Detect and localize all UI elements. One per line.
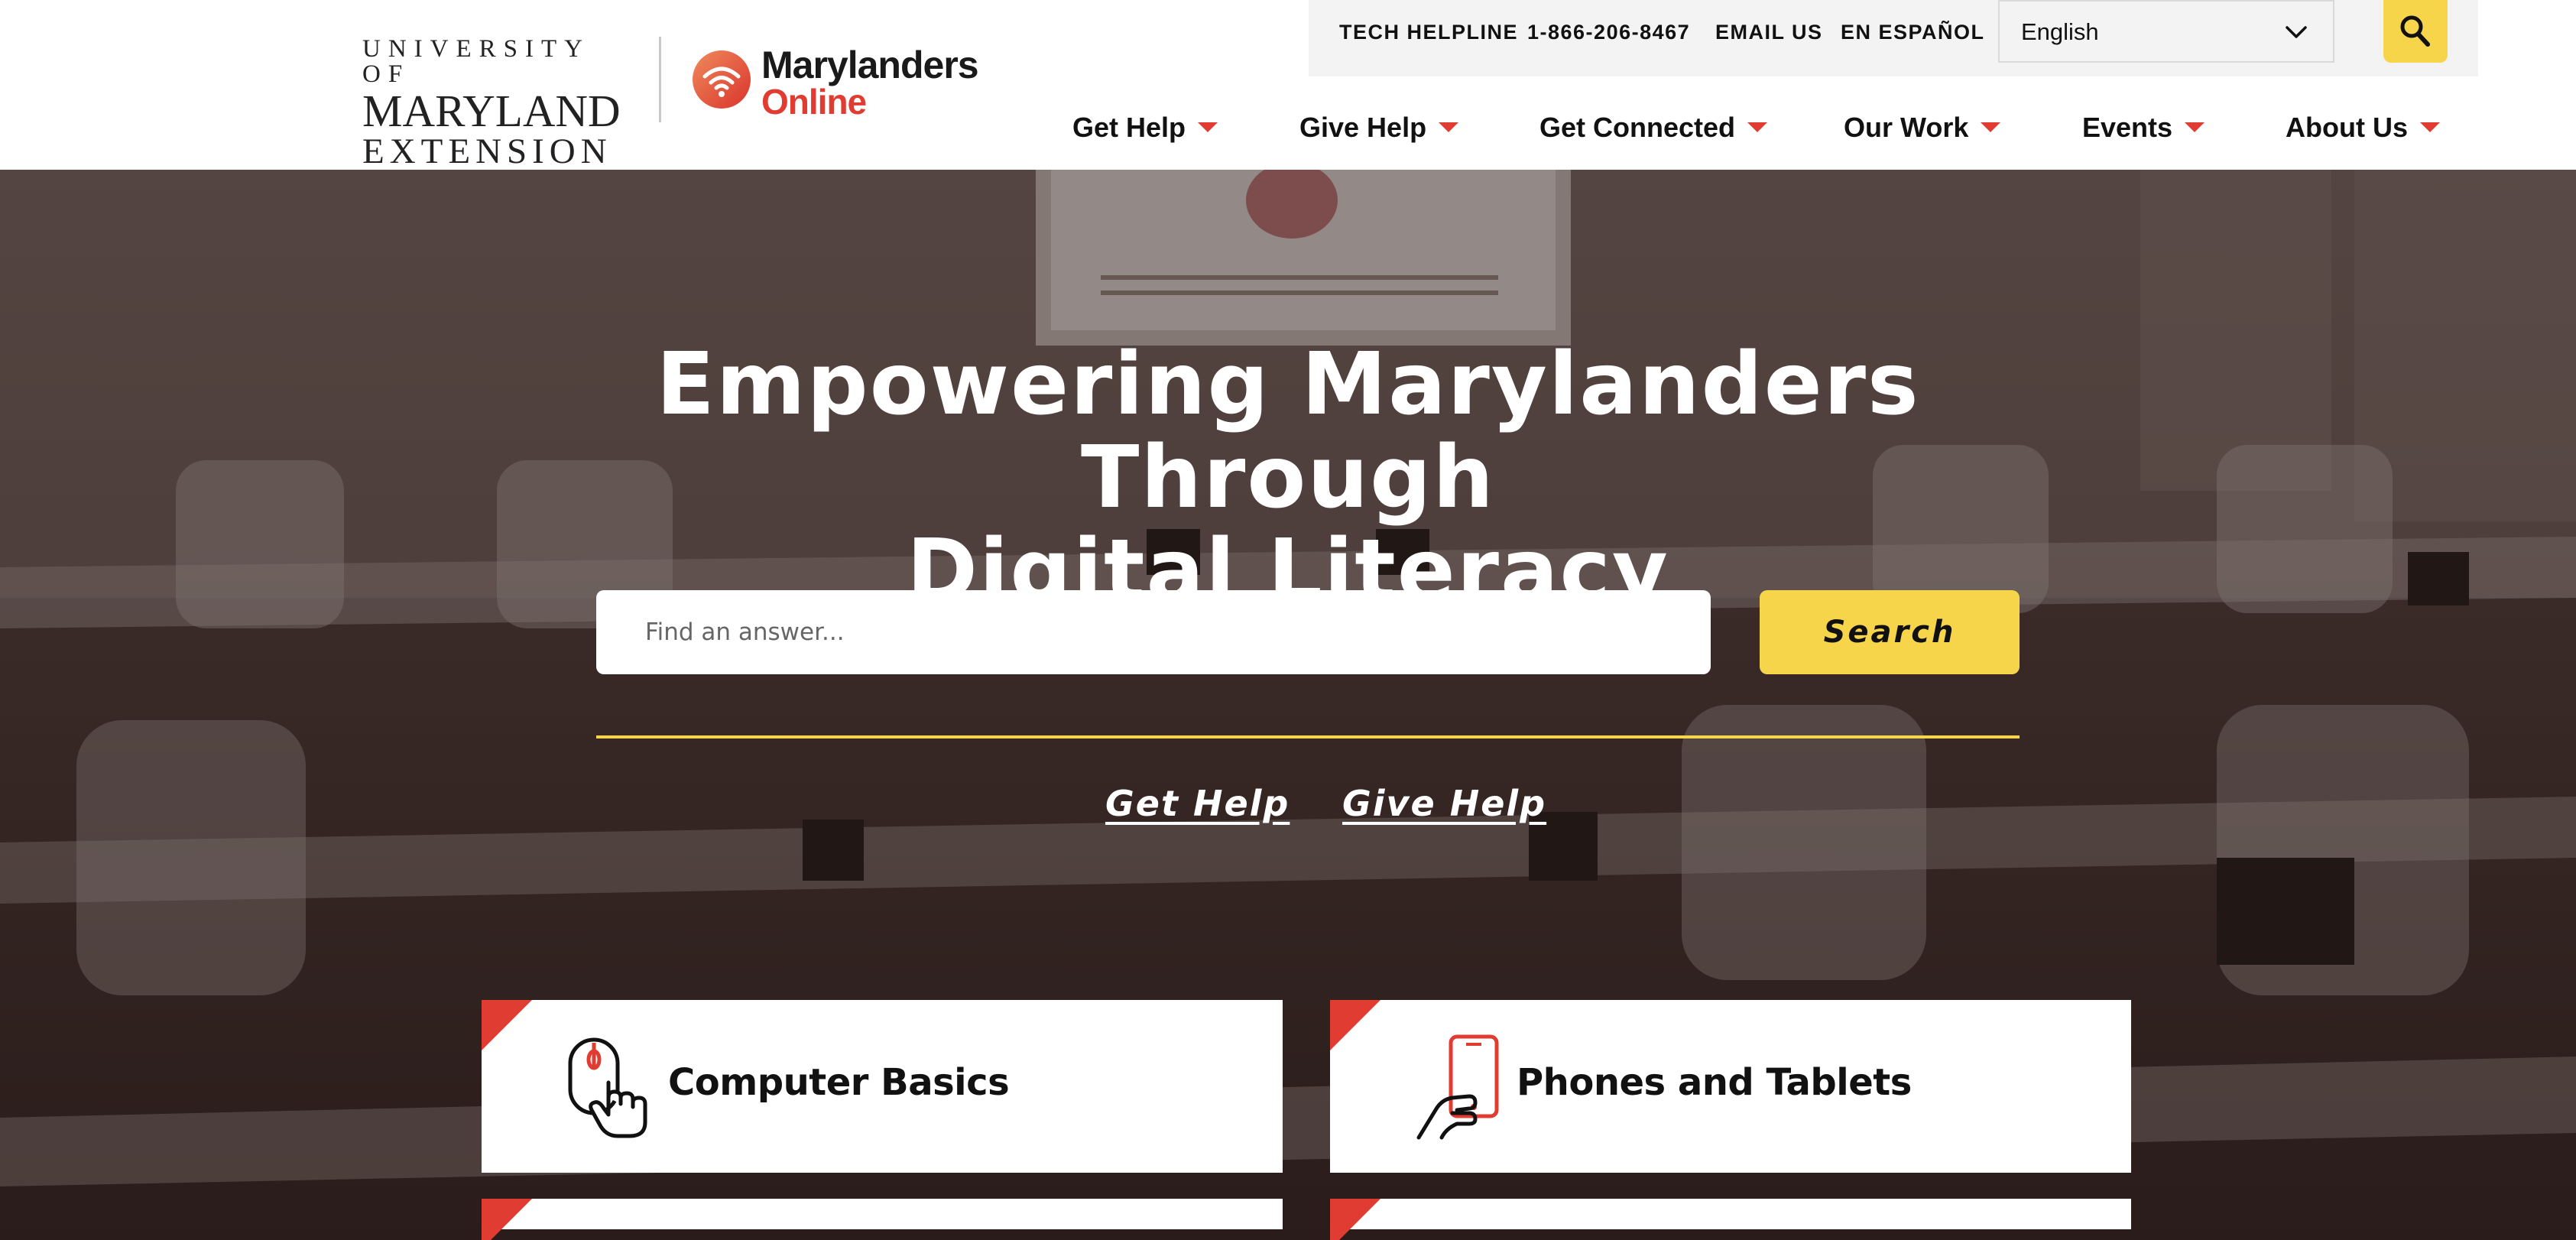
category-card-partial[interactable] <box>1330 1199 2131 1240</box>
card-corner-accent <box>1330 1199 1380 1240</box>
chevron-down-icon <box>2286 26 2307 38</box>
en-espanol-link[interactable]: EN ESPAÑOL <box>1841 21 1985 44</box>
logo-line-extension: EXTENSION <box>362 131 612 171</box>
logo-line-university-of: UNIVERSITY OF <box>362 35 589 88</box>
caret-down-icon <box>1198 122 1218 132</box>
hero-divider <box>596 735 2020 738</box>
search-icon <box>2400 15 2430 47</box>
card-corner-accent <box>1330 1000 1380 1050</box>
tech-helpline-link[interactable]: TECH HELPLINE <box>1339 21 1518 44</box>
card-corner-accent <box>482 1199 532 1240</box>
nav-label: Events <box>2082 112 2173 143</box>
language-select[interactable]: English <box>1998 0 2334 63</box>
nav-events[interactable]: Events <box>2082 112 2205 144</box>
nav-label: Give Help <box>1299 112 1427 143</box>
hero-dark-overlay <box>0 170 2576 1240</box>
nav-our-work[interactable]: Our Work <box>1844 112 2001 144</box>
card-title: Phones and Tablets <box>1517 1061 1912 1104</box>
email-us-link[interactable]: EMAIL US <box>1715 21 1823 44</box>
card-title: Computer Basics <box>668 1061 1010 1104</box>
nav-give-help[interactable]: Give Help <box>1299 112 1459 144</box>
caret-down-icon <box>1439 122 1459 132</box>
category-card-computer-basics[interactable]: Computer Basics <box>482 1000 1283 1173</box>
caret-down-icon <box>2419 122 2440 132</box>
nav-label: Our Work <box>1844 112 1969 143</box>
nav-label: Get Help <box>1072 112 1186 143</box>
caret-down-icon <box>1981 122 2001 132</box>
nav-get-connected[interactable]: Get Connected <box>1539 112 1768 144</box>
hero-search-input[interactable] <box>596 590 1711 674</box>
wordmark-online: Online <box>761 82 867 122</box>
language-selected-value: English <box>2021 18 2099 45</box>
hero-search-button[interactable]: Search <box>1760 590 2020 674</box>
site-header: UNIVERSITY OF MARYLAND EXTENSION Marylan… <box>0 0 2576 170</box>
caret-down-icon <box>1747 122 1768 132</box>
hero-title-line1: Empowering Marylanders Through <box>656 335 1920 527</box>
nav-label: Get Connected <box>1539 112 1736 143</box>
wifi-logo-icon[interactable] <box>691 49 752 110</box>
category-card-phones-and-tablets[interactable]: Phones and Tablets <box>1330 1000 2131 1173</box>
phone-hand-icon <box>1416 1034 1499 1140</box>
marylanders-online-wordmark[interactable]: Marylanders Online <box>761 44 979 122</box>
phone-link[interactable]: 1-866-206-8467 <box>1527 21 1690 44</box>
nav-label: About Us <box>2286 112 2408 143</box>
hero-section: Empowering Marylanders Through Digital L… <box>0 170 2576 1240</box>
nav-about-us[interactable]: About Us <box>2286 112 2440 144</box>
umd-extension-logo[interactable]: UNIVERSITY OF MARYLAND EXTENSION <box>362 37 627 170</box>
wordmark-marylanders: Marylanders <box>761 44 979 86</box>
nav-get-help[interactable]: Get Help <box>1072 112 1218 144</box>
category-card-partial[interactable] <box>482 1199 1283 1240</box>
hero-title: Empowering Marylanders Through Digital L… <box>447 338 2129 618</box>
caret-down-icon <box>2185 122 2205 132</box>
logo-divider <box>659 37 661 122</box>
card-corner-accent <box>482 1000 532 1050</box>
hero-give-help-link[interactable]: Give Help <box>1342 783 1546 824</box>
header-search-button[interactable] <box>2383 0 2448 63</box>
computer-mouse-hand-icon <box>568 1037 647 1138</box>
logo-line-maryland: MARYLAND <box>362 86 621 136</box>
hero-get-help-link[interactable]: Get Help <box>1105 783 1290 824</box>
